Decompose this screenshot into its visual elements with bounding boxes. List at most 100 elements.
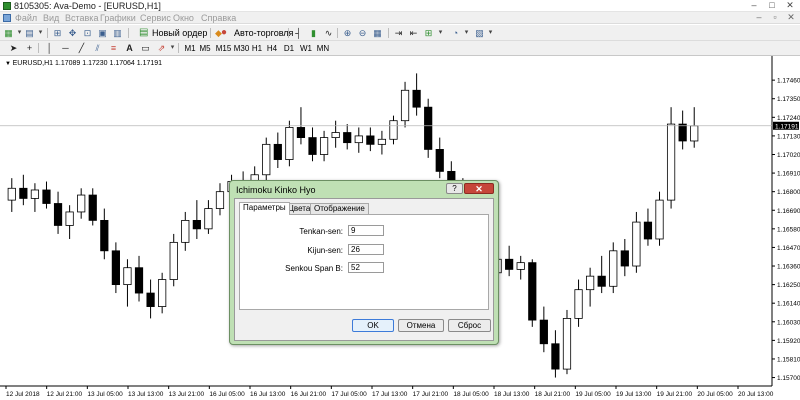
y-tick-label: 1.16360 [777,264,800,271]
menu-view[interactable]: Вид [43,13,59,23]
market-watch-icon[interactable]: ⊞ [52,28,63,38]
timeframe-m30[interactable]: M30 [233,43,250,54]
app-icon [3,2,11,10]
menu-window[interactable]: Окно [173,13,194,23]
arrows-icon[interactable]: ⇗ [156,43,167,53]
tenkan-sen-input[interactable] [348,225,384,236]
timeframe-h1[interactable]: H1 [251,43,263,54]
menu-file[interactable]: Файл [15,13,37,23]
bar-chart-icon[interactable]: ┤ [293,28,304,38]
y-tick-label: 1.16030 [777,319,800,326]
auto-scroll-icon[interactable]: ⇥ [393,28,404,38]
reset-button[interactable]: Сброс [448,319,491,332]
menu-tools[interactable]: Сервис [140,13,171,23]
y-tick-label: 1.17020 [777,152,800,159]
bearish-candle [551,343,560,370]
new-chart-icon[interactable]: ▦ [3,28,14,38]
text-label-icon[interactable]: ▭ [140,43,151,53]
tab-visualization[interactable]: Отображение [310,203,369,214]
help-button[interactable]: ? [446,183,463,194]
timeframe-m5[interactable]: M5 [198,43,212,54]
bullish-candle [285,127,294,160]
mdi-minimize-button[interactable]: ‒ [752,12,766,23]
autotrading-icon: ● [221,27,228,38]
x-tick-label: 18 Jul 13:00 [494,391,530,398]
terminal-icon[interactable]: ▣ [97,28,108,38]
indicators-icon[interactable]: ⊞ [423,28,434,38]
bullish-candle [30,189,40,199]
dropdown-arrow-icon[interactable]: ▾ [435,28,446,38]
mdi-close-button[interactable]: ✕ [784,12,798,23]
timeframe-m1[interactable]: M1 [184,43,196,54]
maximize-button[interactable]: □ [764,0,780,11]
bullish-candle [65,211,74,226]
senkou-span-b-label: Senkou Span B: [285,264,343,273]
x-tick-label: 16 Jul 21:00 [291,391,327,398]
bullish-candle [516,262,525,270]
dialog-close-button[interactable]: ✕ [464,183,494,194]
cancel-button[interactable]: Отмена [398,319,444,332]
timeframe-h4[interactable]: H4 [266,43,278,54]
timeframe-w1[interactable]: W1 [299,43,313,54]
zoom-in-icon[interactable]: ⊕ [342,28,353,38]
tile-windows-icon[interactable]: ▦ [372,28,383,38]
data-window-icon[interactable]: ⊡ [82,28,93,38]
trendline-icon[interactable]: ╱ [76,43,87,53]
strategy-tester-icon[interactable]: ▥ [112,28,123,38]
senkou-span-b-input[interactable] [348,262,384,273]
equidistant-channel-icon[interactable]: ⫽ [92,43,103,53]
y-tick-label: 1.16470 [777,245,800,252]
y-tick-label: 1.16140 [777,301,800,308]
menu-bar: Файл Вид Вставка Графики Сервис Окно Спр… [0,12,800,24]
dropdown-arrow-icon[interactable]: ▾ [461,28,472,38]
bullish-candle [666,123,676,201]
horizontal-line-icon[interactable]: ─ [60,43,71,53]
timeframe-mn[interactable]: MN [316,43,330,54]
timeframes-toolbar: ➤ + │ ─ ╱ ⫽ ≡ A ▭ ⇗ ▾ M1 M5 M15 M30 H1 H… [0,41,800,56]
standard-toolbar: ▦ ▾ ▤ ▾ ⊞ ✥ ⊡ ▣ ▥ ▤ Новый ордер ◆ ● Авто… [0,25,800,41]
bullish-candle [632,221,641,267]
new-order-button[interactable]: ▤ Новый ордер [138,26,207,40]
autotrading-button[interactable]: ● Авто-торговля [220,26,293,40]
kijun-sen-input[interactable] [348,244,384,255]
cursor-icon[interactable]: ➤ [8,43,19,53]
bullish-candle [123,267,132,286]
dropdown-arrow-icon[interactable]: ▾ [35,28,46,38]
bearish-candle [19,187,28,199]
menu-insert[interactable]: Вставка [65,13,98,23]
candlestick-chart-icon[interactable]: ▮ [308,28,319,38]
profiles-icon[interactable]: ▤ [24,28,35,38]
zoom-out-icon[interactable]: ⊖ [357,28,368,38]
line-chart-icon[interactable]: ∿ [323,28,334,38]
ok-button[interactable]: OK [352,319,394,332]
bearish-candle [53,203,63,226]
tab-parameters[interactable]: Параметры [239,202,290,215]
menu-help[interactable]: Справка [201,13,236,23]
x-tick-label: 18 Jul 21:00 [535,391,571,398]
dropdown-arrow-icon[interactable]: ▾ [485,28,496,38]
text-icon[interactable]: A [124,43,135,53]
fibonacci-icon[interactable]: ≡ [108,43,119,53]
dropdown-arrow-icon[interactable]: ▾ [167,43,178,53]
x-tick-label: 19 Jul 13:00 [616,391,652,398]
toolbar-separator [210,28,211,38]
minimize-button[interactable]: ‒ [746,0,762,11]
bearish-candle [343,132,352,144]
symbol-quote: EURUSD,H1 1.17089 1.17230 1.17064 1.1719… [12,60,163,67]
navigator-icon[interactable]: ✥ [67,28,78,38]
mdi-restore-button[interactable]: ▫ [768,12,782,23]
chart-shift-icon[interactable]: ⇤ [408,28,419,38]
timeframe-m15[interactable]: M15 [215,43,232,54]
new-order-label: Новый ордер [152,28,208,38]
periods-icon[interactable]: ◔ [450,28,461,38]
crosshair-icon[interactable]: + [24,43,35,53]
templates-icon[interactable]: ▧ [474,28,485,38]
close-window-button[interactable]: ✕ [782,0,798,11]
bullish-candle [215,191,225,209]
bearish-candle [146,292,155,307]
timeframe-d1[interactable]: D1 [283,43,295,54]
y-tick-label: 1.15700 [777,375,800,382]
bullish-candle [331,132,340,138]
menu-charts[interactable]: Графики [100,13,136,23]
vertical-line-icon[interactable]: │ [44,43,55,53]
